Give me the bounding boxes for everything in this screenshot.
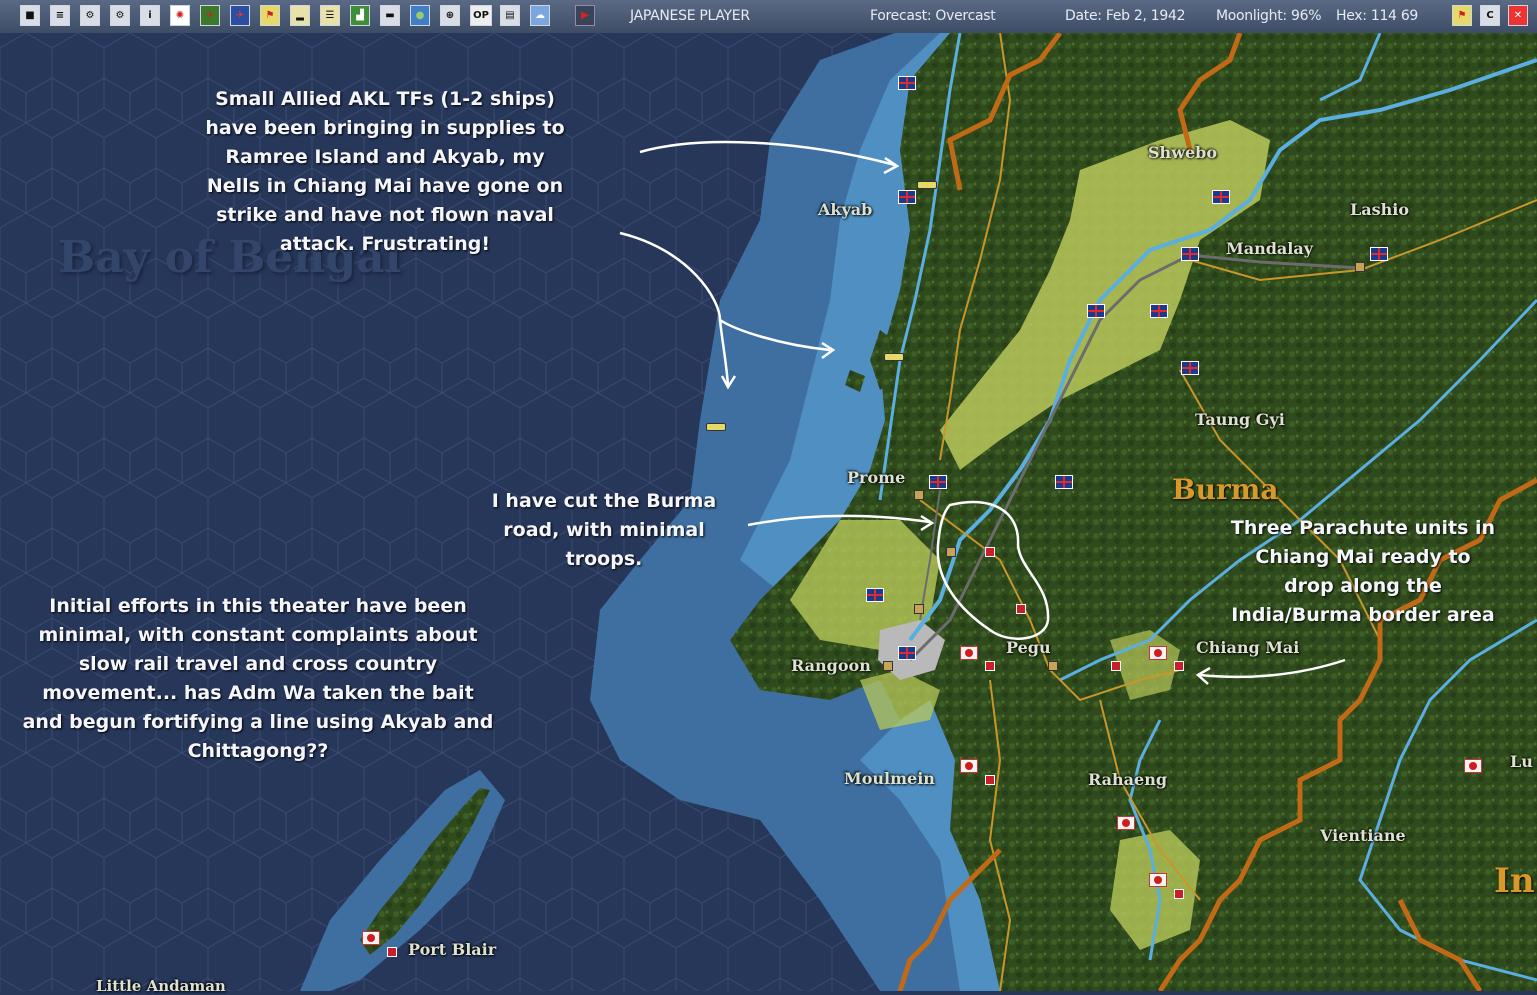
allied-unit-marker[interactable] [883,661,893,671]
japanese-base-flag[interactable] [1117,816,1135,830]
place-lashio[interactable]: Lashio [1350,200,1409,219]
weather-icon[interactable]: ☁ [530,5,550,26]
place-port-blair[interactable]: Port Blair [408,940,496,959]
annotation-burma-road: I have cut the Burma road, with minimal … [491,490,717,570]
japanese-unit-marker[interactable] [387,947,397,957]
allied-base-flag[interactable] [898,76,916,90]
task-force-icon[interactable] [884,353,904,361]
allied-base-flag[interactable] [1181,247,1199,261]
rising-sun-icon[interactable]: ✺ [170,5,190,26]
end-turn-icon[interactable]: ▶ [575,5,595,26]
japanese-base-flag[interactable] [1149,873,1167,887]
flag-toggle-icon[interactable]: ⚑ [1452,5,1472,26]
moonlight-label: Moonlight: 96% [1216,8,1322,24]
info-icon[interactable]: i [140,5,160,26]
task-force-icon[interactable] [706,423,726,431]
allied-base-flag[interactable] [898,646,916,660]
place-rangoon[interactable]: Rangoon [791,656,871,675]
place-rahaeng[interactable]: Rahaeng [1088,770,1167,789]
forecast-label: Forecast: Overcast [870,8,996,24]
japanese-unit-marker[interactable] [1174,889,1184,899]
annotation-initial-efforts: Initial efforts in this theater have bee… [22,595,494,762]
group2-icon[interactable]: ⚙ [110,5,130,26]
globe-icon[interactable]: ● [410,5,430,26]
japanese-unit-marker[interactable] [985,661,995,671]
top-toolbar: ■ ≡ ⚙ ⚙ i ✺ ✈ ✈ ⚑ ▂ ☰ ▟ ▬ ● ⊕ OP ▤ ☁ ▶ J… [0,0,1537,34]
allied-base-flag[interactable] [1181,361,1199,375]
annotation-parachute-units: Three Parachute units in Chiang Mai read… [1230,517,1496,626]
hex-label: Hex: 114 69 [1336,8,1419,24]
allied-base-flag[interactable] [1150,304,1168,318]
base-icon[interactable]: ▬ [380,5,400,26]
place-shwebo[interactable]: Shwebo [1148,143,1217,162]
aircraft-icon[interactable]: ✈ [200,5,220,26]
place-little-andaman[interactable]: Little Andaman [96,977,226,995]
place-mandalay[interactable]: Mandalay [1226,239,1313,258]
place-lu[interactable]: Lu [1510,752,1533,771]
flag-icon[interactable]: ⚑ [260,5,280,26]
place-chiang-mai[interactable]: Chiang Mai [1196,638,1299,657]
japanese-unit-marker[interactable] [985,547,995,557]
allied-base-flag[interactable] [898,190,916,204]
allied-unit-marker[interactable] [914,490,924,500]
group-icon[interactable]: ⚙ [80,5,100,26]
allied-unit-marker[interactable] [914,604,924,614]
chart-icon[interactable]: ▟ [350,5,370,26]
strategic-map[interactable]: Bay of Bengal Akyab Shwebo Lashio Mandal… [0,33,1537,995]
allied-base-flag[interactable] [1087,304,1105,318]
place-akyab[interactable]: Akyab [818,200,872,219]
japanese-unit-marker[interactable] [1111,661,1121,671]
close-icon[interactable]: ✕ [1508,5,1528,26]
allied-unit-marker[interactable] [1355,262,1365,272]
place-pegu[interactable]: Pegu [1006,638,1051,657]
japanese-base-flag[interactable] [362,931,380,945]
allied-base-flag[interactable] [929,475,947,489]
japanese-base-flag[interactable] [1149,646,1167,660]
op-icon[interactable]: OP [470,5,492,26]
japanese-unit-marker[interactable] [1174,661,1184,671]
stack-icon[interactable]: ☰ [320,5,340,26]
c-icon[interactable]: C [1480,5,1500,26]
japanese-unit-marker[interactable] [1016,604,1026,614]
target-icon[interactable]: ⊕ [440,5,460,26]
allied-base-flag[interactable] [1055,475,1073,489]
allied-base-flag[interactable] [866,588,884,602]
place-prome[interactable]: Prome [847,468,905,487]
place-moulmein[interactable]: Moulmein [844,769,935,788]
allied-unit-marker[interactable] [1048,661,1058,671]
document-icon[interactable]: ≡ [50,5,70,26]
allied-base-flag[interactable] [1370,247,1388,261]
date-label: Date: Feb 2, 1942 [1065,8,1186,24]
save-icon[interactable]: ■ [20,5,40,26]
task-force-icon[interactable] [917,181,937,189]
list-icon[interactable]: ▤ [500,5,520,26]
japanese-base-flag[interactable] [1464,759,1482,773]
place-vientiane[interactable]: Vientiane [1320,826,1406,845]
japanese-unit-marker[interactable] [985,775,995,785]
aircraft-blue-icon[interactable]: ✈ [230,5,250,26]
player-label: JAPANESE PLAYER [630,8,750,24]
region-in: In [1494,861,1535,901]
allied-base-flag[interactable] [1212,190,1230,204]
annotation-akl-supplies: Small Allied AKL TFs (1-2 ships) have be… [205,88,565,255]
ship-icon[interactable]: ▂ [290,5,310,26]
allied-unit-marker[interactable] [946,547,956,557]
japanese-base-flag[interactable] [960,759,978,773]
japanese-base-flag[interactable] [960,646,978,660]
place-taung-gyi[interactable]: Taung Gyi [1195,410,1285,429]
region-burma: Burma [1172,473,1279,506]
